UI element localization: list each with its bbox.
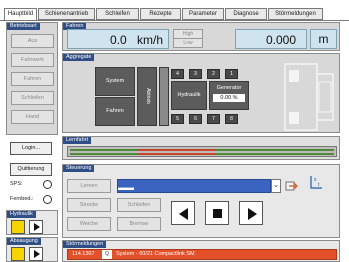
speed-low-button[interactable]: Low	[173, 38, 203, 48]
load-recipe-icon[interactable]	[285, 179, 299, 193]
arrow-left-icon	[179, 208, 188, 220]
svg-text:x: x	[314, 177, 317, 183]
tab-rezepte[interactable]: Rezepte	[140, 8, 181, 20]
speed-unit: km/h	[137, 33, 164, 47]
schleifen-cell-5[interactable]: 5	[171, 114, 184, 124]
schleifen-cell-1[interactable]: 1	[225, 69, 238, 79]
position-value: 0.000	[266, 33, 297, 47]
absaugung-start-button[interactable]	[29, 247, 43, 261]
track-segment-red-top	[138, 149, 216, 151]
tab-schienenantrieb[interactable]: Schienenantrieb	[38, 8, 95, 20]
speed-value: 0.0	[110, 33, 127, 47]
play-icon	[34, 250, 40, 258]
svg-text:t: t	[318, 182, 320, 188]
schleifen-cell-7[interactable]: 7	[207, 114, 220, 124]
error-message: System - 60/21 Compactlink SM	[116, 251, 195, 257]
stop-button[interactable]	[205, 201, 229, 225]
schleifen-cell-3[interactable]: 3	[189, 69, 202, 79]
hydraulik-title: Hydraulik	[7, 211, 36, 218]
arrow-right-icon	[248, 208, 257, 220]
hydraulik-block[interactable]: Hydraulik	[171, 81, 207, 110]
generator-label: Generator	[216, 85, 242, 91]
betriebsart-panel: Betriebsart Aus Fahrwerk Fahren Schleife…	[6, 22, 58, 135]
mode-schleifen-button[interactable]: Schleifen	[11, 91, 54, 105]
hydraulik-stop-button[interactable]	[11, 220, 25, 234]
speed-display: 0.0 km/h	[67, 29, 169, 49]
lernen-button[interactable]: Lernen	[67, 179, 111, 193]
hydraulik-panel: Hydraulik	[6, 210, 58, 235]
track-segment-red-bottom	[138, 153, 216, 155]
lernfahrt-panel: Lernfahrt	[62, 136, 340, 160]
abtrieb-block[interactable]: Abtrieb	[137, 67, 157, 126]
stoermeldungen-panel: Störmeldungen 114.1307 Q System - 60/21 …	[62, 240, 340, 262]
dropdown-value-placeholder: ▬▬	[118, 183, 134, 192]
generator-block[interactable]: Generator 0.00 %	[209, 81, 249, 110]
mode-fahren-button[interactable]: Fahren	[11, 72, 54, 86]
track-bar	[67, 146, 337, 157]
error-code: 114.1307	[72, 251, 95, 257]
error-info-icon[interactable]: Q	[102, 250, 112, 259]
login-button[interactable]: Login...	[10, 142, 52, 155]
fahren-block[interactable]: Fahren	[95, 97, 135, 126]
drive-shaft	[159, 67, 169, 126]
steuerung-title: Steuerung	[63, 165, 95, 172]
absaugung-panel: Absaugung	[6, 237, 58, 262]
tab-schleifen[interactable]: Schleifen	[96, 8, 139, 20]
position-unit: m	[318, 32, 329, 46]
mode-fahrwerk-button[interactable]: Fahrwerk	[11, 53, 54, 67]
schleifen-cell-4[interactable]: 4	[171, 69, 184, 79]
vehicle-outline-icon	[284, 63, 334, 131]
schleifen-cell-2[interactable]: 2	[207, 69, 220, 79]
tab-parameter[interactable]: Parameter	[182, 8, 224, 20]
generator-value: 0.00	[220, 95, 232, 101]
sps-indicator	[43, 180, 52, 189]
system-block[interactable]: System	[95, 67, 135, 96]
fernbed-label: Fernbed.:	[10, 196, 34, 202]
move-left-button[interactable]	[171, 201, 195, 225]
generator-readout: 0.00 %	[213, 94, 245, 102]
steuerung-panel: Steuerung Lernen ▬▬ ⌄ x t Strecke Schlei…	[62, 164, 340, 238]
fernbed-indicator	[43, 195, 52, 204]
aggregate-title: Aggregate	[63, 54, 95, 61]
tab-diagnose[interactable]: Diagnose	[225, 8, 267, 20]
chevron-down-icon[interactable]: ⌄	[271, 179, 281, 193]
stop-icon	[213, 209, 222, 218]
steuerung-schleifen-button[interactable]: Schleifen	[117, 198, 161, 212]
fahren-panel: Fahren 0.0 km/h High Low 0.000 m	[62, 22, 340, 51]
recipe-dropdown[interactable]: ▬▬	[117, 179, 271, 193]
axis-chart-icon[interactable]: x t	[309, 175, 323, 191]
mode-hand-button[interactable]: Hand	[11, 110, 54, 124]
mode-aus-button[interactable]: Aus	[11, 34, 54, 48]
quittierung-button[interactable]: Quittierung	[10, 163, 52, 176]
sps-label: SPS:	[10, 181, 23, 187]
hydraulik-start-button[interactable]	[29, 220, 43, 234]
strecke-button[interactable]: Strecke	[67, 198, 111, 212]
stoermeldungen-title: Störmeldungen	[63, 241, 107, 248]
move-right-button[interactable]	[239, 201, 263, 225]
error-message-row[interactable]: 114.1307 Q System - 60/21 Compactlink SM	[67, 249, 337, 260]
lernfahrt-title: Lernfahrt	[63, 137, 92, 144]
schleifen-cell-8[interactable]: 8	[225, 114, 238, 124]
play-icon	[34, 223, 40, 231]
weiche-button[interactable]: Weiche	[67, 217, 111, 231]
schleifen-cell-6[interactable]: 6	[189, 114, 202, 124]
position-unit-box: m	[310, 29, 337, 49]
position-display: 0.000	[235, 29, 307, 49]
tab-stoermeldungen[interactable]: Störmeldungen	[268, 8, 323, 20]
aggregate-panel: Aggregate System Fahren Abtrieb 4 3 2 1 …	[62, 53, 340, 133]
generator-unit: %	[232, 95, 238, 101]
abtrieb-label: Abtrieb	[145, 88, 151, 104]
bremse-button[interactable]: Bremse	[117, 217, 161, 231]
absaugung-title: Absaugung	[7, 238, 41, 245]
absaugung-stop-button[interactable]	[11, 247, 25, 261]
betriebsart-title: Betriebsart	[7, 23, 40, 30]
tab-divider	[0, 20, 349, 21]
